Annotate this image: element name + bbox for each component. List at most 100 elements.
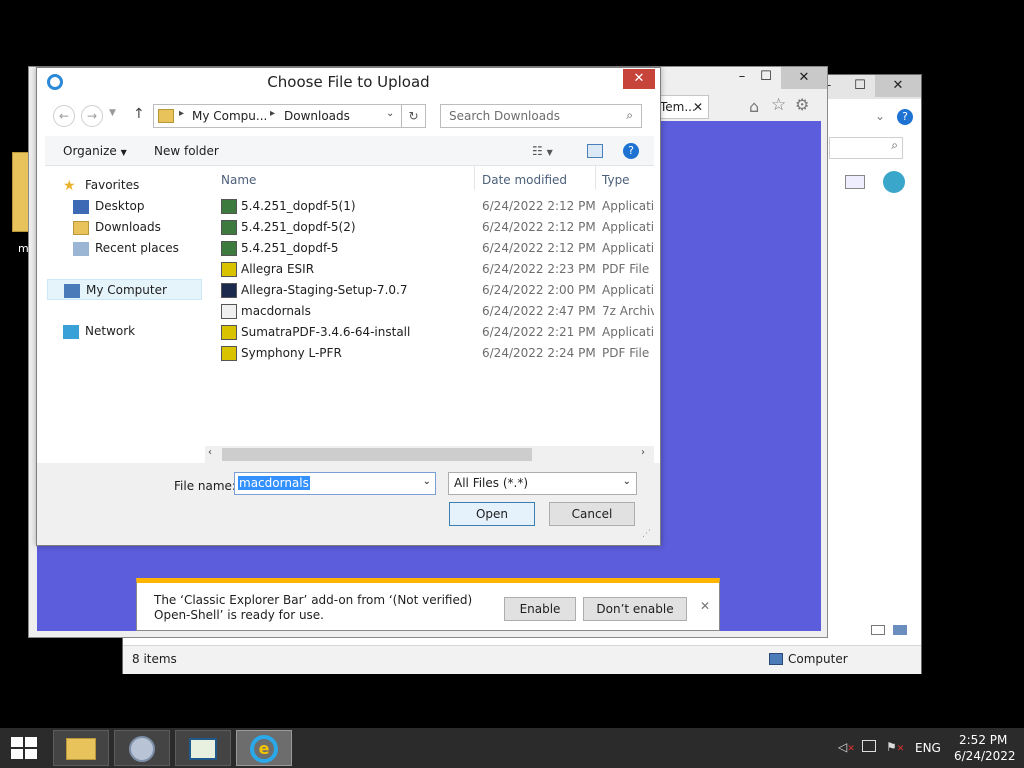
bg-view-large-icon[interactable] [893,625,907,635]
bg-maximize-button[interactable]: ☐ [841,75,879,97]
file-row[interactable]: Allegra ESIR 6/24/2022 2:23 PM PDF File [213,259,654,280]
back-arrow-icon[interactable]: ← [53,105,75,127]
file-name-text: 5.4.251_dopdf-5(1) [241,199,356,213]
navigation-pane: ★ Favorites Desktop Downloads Recent plac… [45,166,212,446]
bg-close-button[interactable]: ✕ [875,75,921,97]
organize-label: Organize [63,144,117,158]
nav-network[interactable]: Network [63,321,135,342]
file-row[interactable]: 5.4.251_dopdf-5(2) 6/24/2022 2:12 PM Appli… [213,217,654,238]
bg-shell-icon[interactable] [883,171,905,193]
file-name-text: Allegra-Staging-Setup-7.0.7 [241,283,408,297]
file-name-text: SumatraPDF-3.4.6-64-install [241,325,411,339]
nav-downloads[interactable]: Downloads [73,217,161,238]
dopdf-icon [221,241,237,256]
new-folder-button[interactable]: New folder [154,144,219,158]
file-date: 6/24/2022 2:00 PM [482,283,596,297]
nav-my-computer[interactable]: My Computer [47,279,202,300]
organize-button[interactable]: Organize ▼ [63,144,127,158]
downloads-folder-icon [73,220,89,235]
scroll-right-icon[interactable]: › [641,447,645,458]
bg-view-details-icon[interactable] [871,625,885,635]
enable-button[interactable]: Enable [504,597,576,621]
network-tray-icon[interactable] [862,740,876,752]
ie-maximize-button[interactable]: ☐ [753,69,779,89]
bg-mail-icon[interactable] [845,175,865,189]
scroll-thumb[interactable] [222,448,532,461]
file-type: Applicatio [602,220,654,234]
cancel-button[interactable]: Cancel [549,502,635,526]
file-row[interactable]: SumatraPDF-3.4.6-64-install 6/24/2022 2:2… [213,322,654,343]
chevron-down-icon[interactable]: ⌄ [423,476,431,487]
volume-muted-icon[interactable]: ◁✕ [838,740,855,754]
start-windows-icon[interactable] [11,737,37,759]
search-input[interactable]: Search Downloads ⌕ [440,104,642,128]
breadcrumb-downloads[interactable]: Downloads [284,109,350,123]
nav-network-label: Network [85,324,136,338]
preview-pane-icon[interactable] [587,144,603,158]
nav-recent-places[interactable]: Recent places [73,238,179,259]
home-icon[interactable]: ⌂ [749,97,759,116]
taskbar-internet-explorer-icon[interactable]: e [236,730,292,766]
file-type: Applicatio [602,283,654,297]
dialog-footer: File name: macdornals ⌄ All Files (*.*) … [37,463,660,545]
ie-tab-close-icon[interactable]: ✕ [693,100,703,114]
file-row[interactable]: Allegra-Staging-Setup-7.0.7 6/24/2022 2:0… [213,280,654,301]
file-row[interactable]: Symphony L-PFR 6/24/2022 2:24 PM PDF File [213,343,654,364]
bg-help-icon[interactable]: ? [897,109,913,125]
file-type: Applicatio [602,241,654,255]
file-type: PDF File [602,262,650,276]
horizontal-scrollbar[interactable]: ‹ › [205,446,654,463]
help-icon[interactable]: ? [623,143,639,159]
file-row[interactable]: 5.4.251_dopdf-5 6/24/2022 2:12 PM Applicat… [213,238,654,259]
view-options-icon[interactable]: ☷ ▼ [532,144,553,158]
favorites-star-icon[interactable]: ☆ [771,95,786,115]
taskbar-media-icon[interactable] [114,730,170,766]
nav-downloads-label: Downloads [95,220,161,234]
file-row[interactable]: 5.4.251_dopdf-5(1) 6/24/2022 2:12 PM Appli… [213,196,654,217]
clock-time[interactable]: 2:52 PM [959,733,1007,747]
column-date-modified[interactable]: Date modified [482,173,567,187]
file-type-select[interactable]: All Files (*.*) ⌄ [448,472,637,495]
address-dropdown-icon[interactable]: ⌄ [386,108,394,119]
dialog-close-button[interactable]: ✕ [623,69,655,89]
ie-close-button[interactable]: ✕ [781,67,827,89]
file-list: ^ Name Date modified Type 5.4.251_dopdf-… [213,166,654,446]
column-type[interactable]: Type [602,173,630,187]
action-center-flag-icon[interactable]: ⚑✕ [886,740,904,754]
breadcrumb-separator-icon: ▸ [179,108,185,119]
dont-enable-button[interactable]: Don’t enable [583,597,687,621]
settings-gear-icon[interactable]: ⚙ [795,95,809,114]
taskbar-file-explorer-icon[interactable] [53,730,109,766]
close-icon[interactable]: ✕ [700,599,710,613]
bg-chevron-down-icon[interactable]: ⌄ [875,109,885,123]
language-indicator[interactable]: ENG [915,741,941,755]
open-button[interactable]: Open [449,502,535,526]
recent-locations-icon[interactable]: ▼ [109,108,116,118]
pdf-icon [221,346,237,361]
scroll-left-icon[interactable]: ‹ [208,447,212,458]
nav-desktop[interactable]: Desktop [73,196,145,217]
file-name-input[interactable]: macdornals ⌄ [234,472,436,495]
taskbar-app-icon[interactable] [175,730,231,766]
nav-favorites[interactable]: ★ Favorites [63,175,139,196]
column-name[interactable]: Name [221,173,256,187]
clock-date[interactable]: 6/24/2022 [954,749,1016,763]
ie-minimize-button[interactable]: – [729,69,755,89]
bg-search-box[interactable]: ⌕ [829,137,903,159]
refresh-icon[interactable]: ↻ [402,104,426,128]
file-date: 6/24/2022 2:47 PM [482,304,596,318]
file-date: 6/24/2022 2:21 PM [482,325,596,339]
address-bar[interactable]: ▸ My Compu... ▸ Downloads ⌄ [153,104,402,128]
recent-places-icon [73,241,89,256]
dialog-title-bar: Choose File to Upload ✕ [37,68,660,96]
file-row[interactable]: macdornals 6/24/2022 2:47 PM 7z Archive [213,301,654,322]
up-arrow-icon[interactable]: ↑ [133,106,145,122]
computer-icon [769,653,783,665]
resize-grip-icon[interactable]: ⋰ [642,529,651,539]
breadcrumb-my-computer[interactable]: My Compu... [192,109,267,123]
file-date: 6/24/2022 2:12 PM [482,241,596,255]
forward-arrow-icon[interactable]: → [81,105,103,127]
file-name: 5.4.251_dopdf-5 [221,238,339,259]
search-icon: ⌕ [626,108,633,122]
file-type: Applicatio [602,325,654,339]
